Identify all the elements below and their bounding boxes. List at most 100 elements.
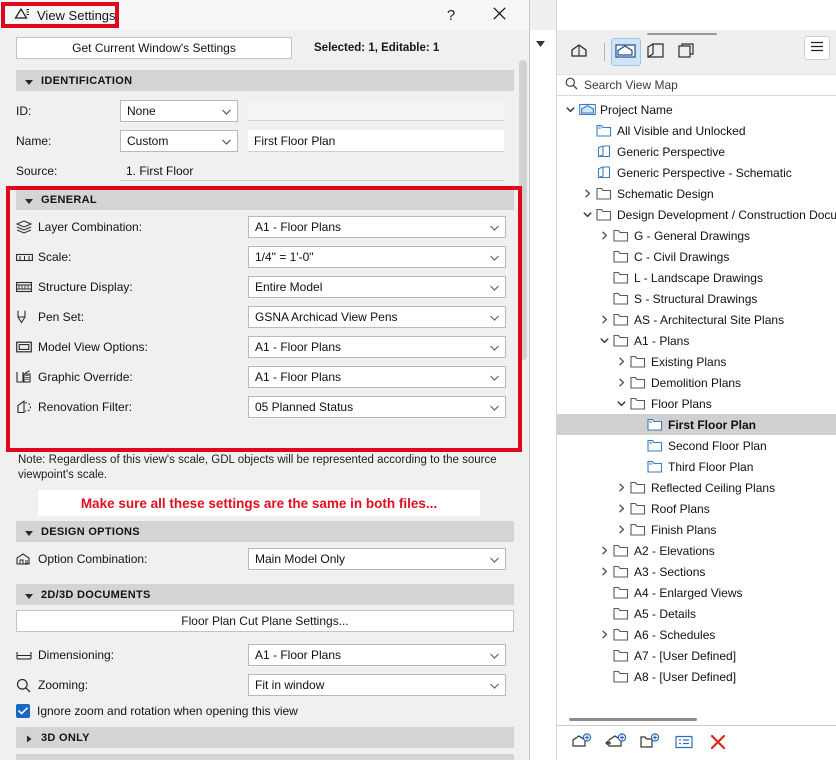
- chevron-right-icon[interactable]: [597, 231, 611, 240]
- id-text-field[interactable]: [248, 101, 504, 121]
- tree-item-selected[interactable]: First Floor Plan: [557, 414, 836, 435]
- delete-button[interactable]: [707, 732, 729, 754]
- tab-view-map[interactable]: [611, 38, 641, 66]
- view-map-menu-button[interactable]: [804, 36, 830, 60]
- get-current-window-settings-button[interactable]: Get Current Window's Settings: [16, 37, 292, 59]
- section-label-identification: IDENTIFICATION: [41, 74, 133, 87]
- ignore-zoom-checkbox[interactable]: [16, 704, 30, 718]
- chevron-right-icon[interactable]: [597, 630, 611, 639]
- dimensioning-combo[interactable]: A1 - Floor Plans: [248, 644, 506, 666]
- tree-item[interactable]: Design Development / Construction Docum: [557, 204, 836, 225]
- section-header-general[interactable]: GENERAL: [16, 189, 514, 210]
- tree-item[interactable]: A3 - Sections: [557, 561, 836, 582]
- tree-item[interactable]: A6 - Schedules: [557, 624, 836, 645]
- tree-item[interactable]: All Visible and Unlocked: [557, 120, 836, 141]
- search-view-map-field[interactable]: Search View Map: [557, 74, 836, 96]
- chevron-right-icon[interactable]: [614, 483, 628, 492]
- tree-item[interactable]: S - Structural Drawings: [557, 288, 836, 309]
- tree-item[interactable]: Generic Perspective: [557, 141, 836, 162]
- ignore-zoom-checkbox-row[interactable]: Ignore zoom and rotation when opening th…: [0, 698, 529, 724]
- tree-item[interactable]: A4 - Enlarged Views: [557, 582, 836, 603]
- tree-item[interactable]: Floor Plans: [557, 393, 836, 414]
- chevron-down-icon[interactable]: [614, 399, 628, 408]
- tree-item[interactable]: Generic Perspective - Schematic: [557, 162, 836, 183]
- bottom-resize-handle[interactable]: [569, 718, 697, 721]
- chevron-right-icon[interactable]: [597, 567, 611, 576]
- chevron-down-icon[interactable]: [597, 336, 611, 345]
- view-map-tree[interactable]: Project Name All Visible and Unlocked Gene…: [557, 96, 836, 725]
- view-settings-dialog: View Settings ? Get Current Window's Set…: [0, 0, 530, 760]
- search-icon: [565, 77, 578, 93]
- new-folder-button[interactable]: [639, 732, 661, 754]
- dialog-titlebar[interactable]: View Settings ?: [0, 0, 529, 30]
- chevron-right-icon[interactable]: [614, 357, 628, 366]
- tree-item[interactable]: Finish Plans: [557, 519, 836, 540]
- section-header-3d-only[interactable]: 3D ONLY: [16, 727, 514, 748]
- save-current-view-button[interactable]: [571, 732, 593, 754]
- section-header-identification[interactable]: IDENTIFICATION: [16, 70, 514, 91]
- tab-project-map[interactable]: [567, 38, 597, 66]
- chevron-right-icon[interactable]: [614, 378, 628, 387]
- tab-publisher-sets[interactable]: [673, 38, 703, 66]
- tree-item[interactable]: A1 - Plans: [557, 330, 836, 351]
- renovation-filter-combo[interactable]: 05 Planned Status: [248, 396, 506, 418]
- zooming-combo[interactable]: Fit in window: [248, 674, 506, 696]
- graphic-override-combo[interactable]: A1 - Floor Plans: [248, 366, 506, 388]
- tree-item[interactable]: C - Civil Drawings: [557, 246, 836, 267]
- chevron-down-icon[interactable]: [536, 41, 545, 47]
- layers-value: A1 - Floor Plans: [255, 220, 342, 234]
- chevron-right-icon[interactable]: [580, 189, 594, 198]
- tree-item-label: A1 - Plans: [634, 333, 690, 348]
- tree-item[interactable]: Reflected Ceiling Plans: [557, 477, 836, 498]
- chevron-right-icon[interactable]: [614, 504, 628, 513]
- panel-drag-handle[interactable]: [647, 33, 717, 35]
- layers-combo[interactable]: A1 - Floor Plans: [248, 216, 506, 238]
- view-settings-icon: [14, 7, 30, 23]
- chevron-right-icon[interactable]: [597, 315, 611, 324]
- renovation-filter-icon: [16, 400, 38, 414]
- chevron-down-icon[interactable]: [563, 105, 577, 114]
- scale-ruler-combo[interactable]: 1/4" = 1'-0": [248, 246, 506, 268]
- tree-item[interactable]: Second Floor Plan: [557, 435, 836, 456]
- section-header-design-options[interactable]: DESIGN OPTIONS: [16, 521, 514, 542]
- floor-plan-cut-plane-settings-button[interactable]: Floor Plan Cut Plane Settings...: [16, 610, 514, 632]
- structure-display-combo[interactable]: Entire Model: [248, 276, 506, 298]
- tree-item[interactable]: AS - Architectural Site Plans: [557, 309, 836, 330]
- tree-item[interactable]: Project Name: [557, 99, 836, 120]
- name-text-field[interactable]: First Floor Plan: [248, 130, 504, 152]
- option-combination-combo[interactable]: Main Model Only: [248, 548, 506, 570]
- tree-item[interactable]: Third Floor Plan: [557, 456, 836, 477]
- help-button[interactable]: ?: [434, 0, 468, 30]
- chevron-down-icon[interactable]: [580, 210, 594, 219]
- pen-combo[interactable]: GSNA Archicad View Pens: [248, 306, 506, 328]
- tree-item[interactable]: G - General Drawings: [557, 225, 836, 246]
- chevron-right-icon[interactable]: [614, 525, 628, 534]
- dialog-scrollbar-thumb[interactable]: [519, 60, 527, 360]
- tree-item[interactable]: L - Landscape Drawings: [557, 267, 836, 288]
- section-header-2d3d-documents[interactable]: 2D/3D DOCUMENTS: [16, 584, 514, 605]
- tree-item[interactable]: Existing Plans: [557, 351, 836, 372]
- tree-item[interactable]: A7 - [User Defined]: [557, 645, 836, 666]
- dialog-scrollbar[interactable]: [518, 60, 528, 760]
- view-settings-button[interactable]: [673, 732, 695, 754]
- tree-item[interactable]: Schematic Design: [557, 183, 836, 204]
- view-map-tabbar: [557, 30, 836, 74]
- chevron-down-icon: [490, 310, 499, 324]
- tree-item[interactable]: A8 - [User Defined]: [557, 666, 836, 687]
- tab-layout-book[interactable]: [642, 38, 672, 66]
- redefine-view-icon: [605, 732, 627, 754]
- tree-item[interactable]: Roof Plans: [557, 498, 836, 519]
- id-combo[interactable]: None: [120, 100, 238, 122]
- section-label-design-options: DESIGN OPTIONS: [41, 525, 140, 538]
- redefine-view-button[interactable]: [605, 732, 627, 754]
- renovation-filter-value: 05 Planned Status: [255, 400, 354, 414]
- section-header-structural-analysis[interactable]: STRUCTURAL ANALYSIS: [16, 754, 514, 760]
- chevron-right-icon[interactable]: [597, 546, 611, 555]
- tree-item[interactable]: A2 - Elevations: [557, 540, 836, 561]
- tree-item-label: Project Name: [600, 102, 673, 117]
- model-view-options-combo[interactable]: A1 - Floor Plans: [248, 336, 506, 358]
- tree-item[interactable]: Demolition Plans: [557, 372, 836, 393]
- tree-item[interactable]: A5 - Details: [557, 603, 836, 624]
- name-combo[interactable]: Custom: [120, 130, 238, 152]
- close-button[interactable]: [482, 0, 516, 30]
